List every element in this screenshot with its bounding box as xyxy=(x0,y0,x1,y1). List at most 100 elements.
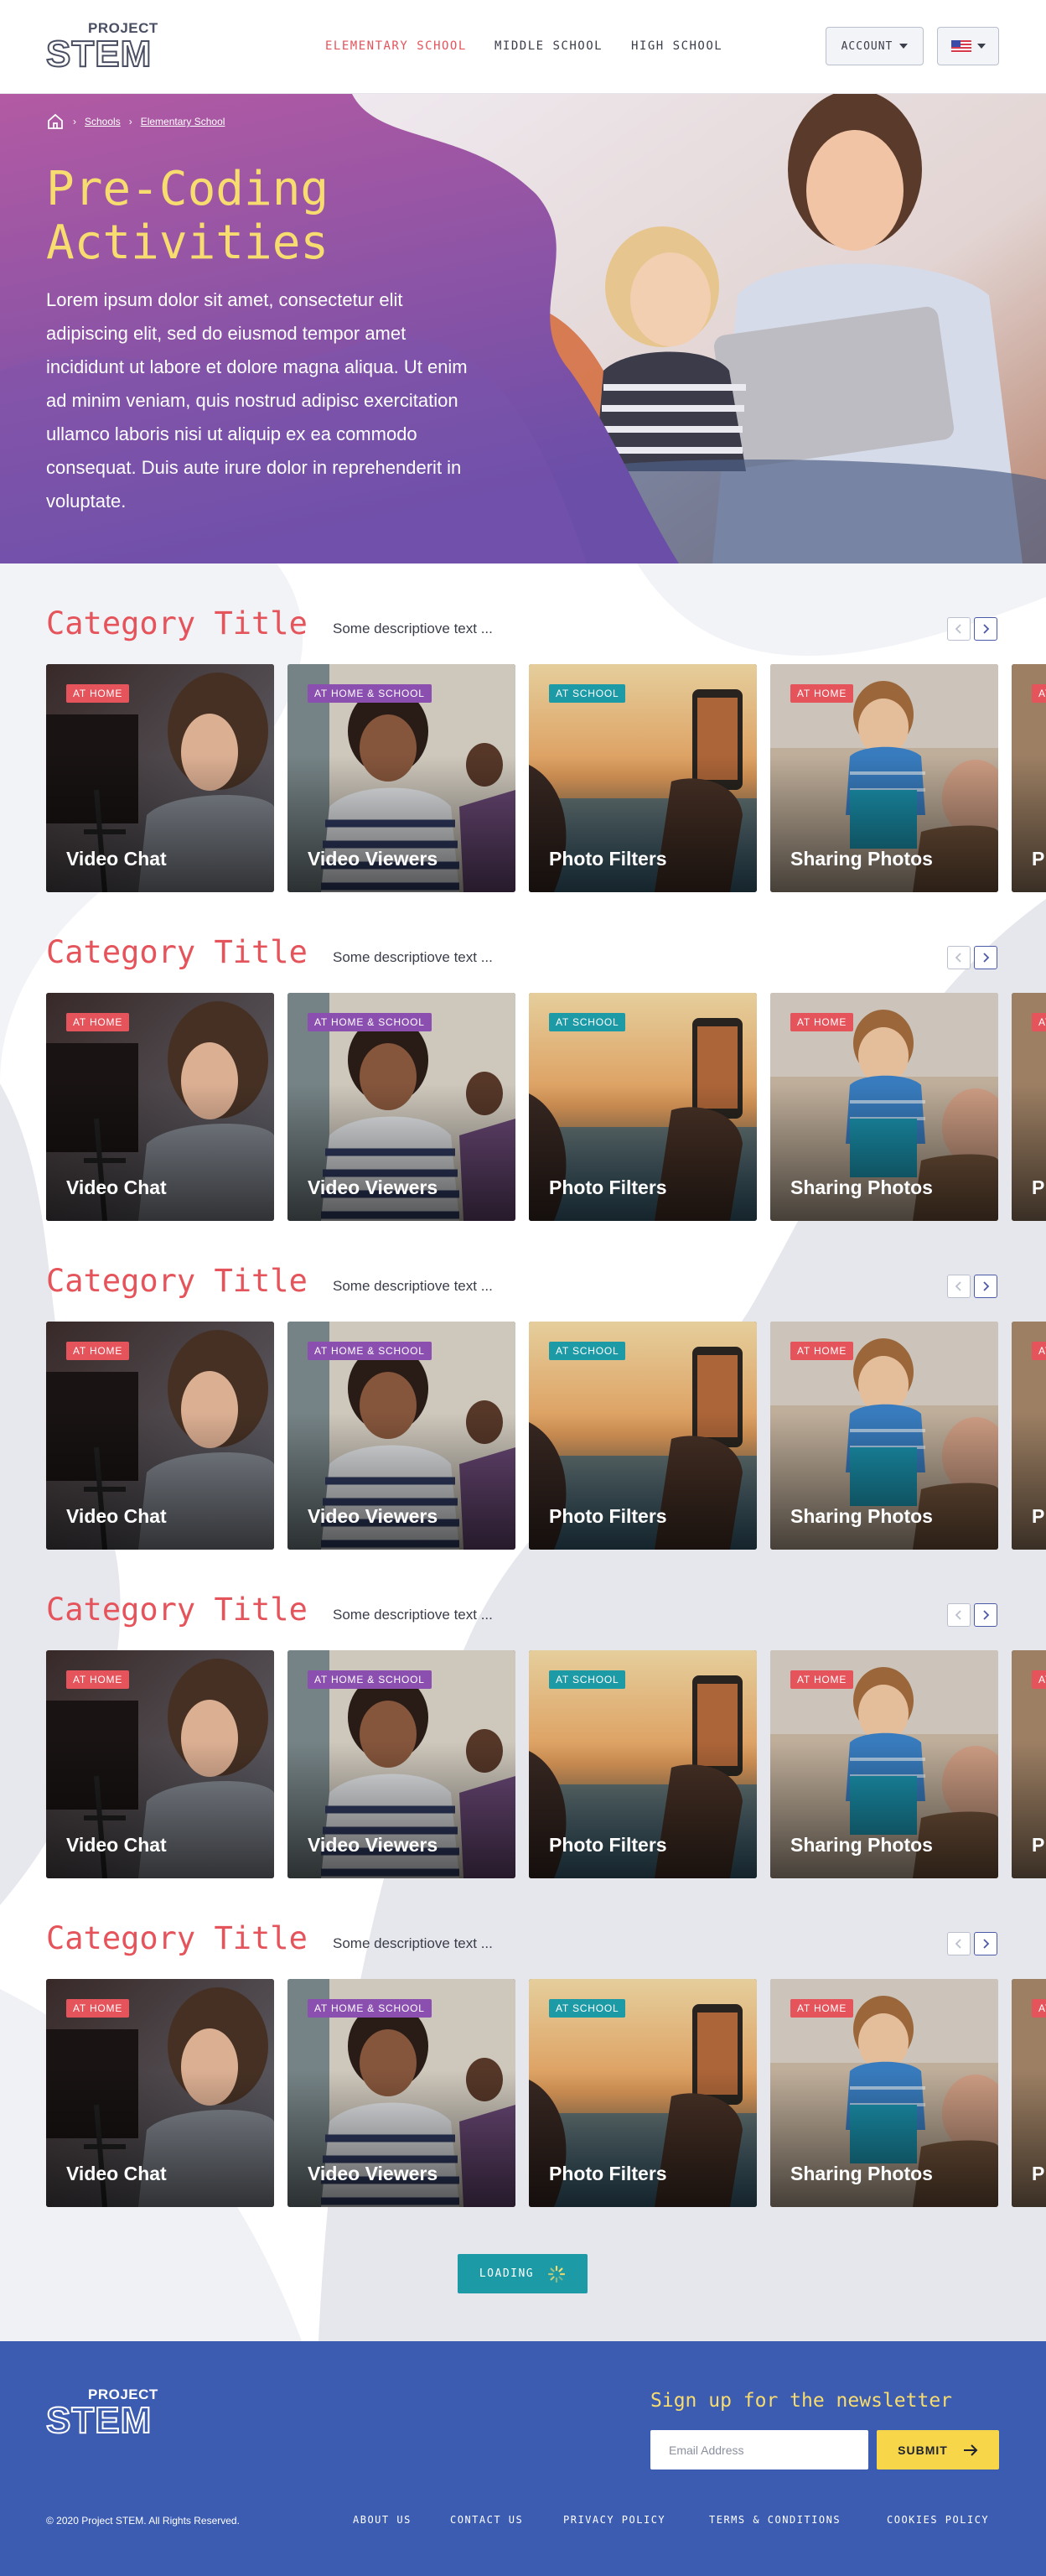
language-dropdown[interactable] xyxy=(937,27,999,65)
spinner-icon xyxy=(548,2265,566,2283)
carousel-prev-button[interactable] xyxy=(947,1603,971,1627)
carousel-next-button[interactable] xyxy=(974,1603,997,1627)
footer-link-terms-conditions[interactable]: TERMS & CONDITIONS xyxy=(709,2514,841,2526)
activity-title: Video Chat xyxy=(66,848,167,870)
carousel-prev-button[interactable] xyxy=(947,946,971,969)
carousel-next-button[interactable] xyxy=(974,617,997,641)
activity-badge: AT SCHOOL xyxy=(549,684,626,703)
activity-badge: AT HOME xyxy=(1032,684,1046,703)
footer-link-contact-us[interactable]: CONTACT US xyxy=(450,2514,523,2526)
chevron-right-icon: › xyxy=(73,116,76,127)
activity-card[interactable]: AT HOME P xyxy=(1012,1650,1046,1878)
submit-button[interactable]: SUBMIT xyxy=(877,2430,999,2470)
activity-title: Video Viewers xyxy=(308,1834,438,1856)
account-dropdown[interactable]: ACCOUNT xyxy=(826,27,924,65)
category-row: Category Title Some descriptiove text ...… xyxy=(0,1878,1046,2207)
carousel-prev-button[interactable] xyxy=(947,617,971,641)
activity-card[interactable]: AT HOME & SCHOOL Video Viewers xyxy=(287,993,515,1221)
activity-title: P xyxy=(1032,2163,1045,2184)
activity-title: Video Chat xyxy=(66,1505,167,1527)
category-title: Category Title xyxy=(46,934,308,970)
activity-title: Photo Filters xyxy=(549,1834,667,1856)
activity-card[interactable]: AT SCHOOL Photo Filters xyxy=(529,664,757,892)
activity-card[interactable]: AT HOME & SCHOOL Video Viewers xyxy=(287,1979,515,2207)
breadcrumb-elementary-school[interactable]: Elementary School xyxy=(141,116,225,127)
activity-card[interactable]: AT SCHOOL Photo Filters xyxy=(529,993,757,1221)
carousel-prev-button[interactable] xyxy=(947,1275,971,1298)
activity-card[interactable]: AT HOME P xyxy=(1012,993,1046,1221)
activity-badge: AT HOME xyxy=(66,1670,130,1689)
carousel-next-button[interactable] xyxy=(974,946,997,969)
category-row: Category Title Some descriptiove text ...… xyxy=(0,1221,1046,1550)
activity-badge: AT HOME xyxy=(790,1013,854,1031)
category-row: Category Title Some descriptiove text ...… xyxy=(0,1550,1046,1878)
category-description: Some descriptiove text ... xyxy=(333,1935,493,1951)
carousel-next-button[interactable] xyxy=(974,1932,997,1955)
chevron-right-icon xyxy=(980,1280,992,1292)
activity-badge: AT HOME & SCHOOL xyxy=(308,1999,432,2018)
activity-card[interactable]: AT SCHOOL Photo Filters xyxy=(529,1650,757,1878)
activity-card[interactable]: AT HOME Video Chat xyxy=(46,1322,274,1550)
activity-card[interactable]: AT SCHOOL Photo Filters xyxy=(529,1322,757,1550)
activity-badge: AT HOME & SCHOOL xyxy=(308,1670,432,1689)
activity-badge: AT SCHOOL xyxy=(549,1999,626,2018)
activity-card[interactable]: AT HOME & SCHOOL Video Viewers xyxy=(287,664,515,892)
activity-card[interactable]: AT SCHOOL Photo Filters xyxy=(529,1979,757,2207)
carousel-prev-button[interactable] xyxy=(947,1932,971,1955)
category-title: Category Title xyxy=(46,1920,308,1956)
activity-card[interactable]: AT HOME P xyxy=(1012,664,1046,892)
activity-badge: AT HOME xyxy=(66,1342,130,1360)
category-description: Some descriptiove text ... xyxy=(333,621,493,636)
breadcrumb-schools[interactable]: Schools xyxy=(85,116,121,127)
breadcrumb: › Schools › Elementary School xyxy=(46,112,225,131)
activity-title: Video Chat xyxy=(66,1834,167,1856)
hero-banner: › Schools › Elementary School Pre-Coding… xyxy=(0,94,1046,564)
chevron-left-icon xyxy=(953,1609,965,1621)
activity-title: P xyxy=(1032,1505,1045,1527)
category-description: Some descriptiove text ... xyxy=(333,1278,493,1294)
loading-label: LOADING xyxy=(479,2267,535,2280)
nav-elementary-school[interactable]: ELEMENTARY SCHOOL xyxy=(325,39,467,53)
activity-title: Video Viewers xyxy=(308,2163,438,2184)
activity-card[interactable]: AT HOME P xyxy=(1012,1979,1046,2207)
footer-logo[interactable]: PROJECT STEM xyxy=(45,2386,163,2441)
activity-card[interactable]: AT HOME P xyxy=(1012,1322,1046,1550)
page-title: Pre-Coding Activities xyxy=(46,162,329,270)
activity-badge: AT HOME & SCHOOL xyxy=(308,1342,432,1360)
us-flag-icon xyxy=(950,39,971,53)
activity-badge: AT HOME xyxy=(66,1013,130,1031)
activity-card[interactable]: AT HOME Video Chat xyxy=(46,1650,274,1878)
activity-card[interactable]: AT HOME Sharing Photos xyxy=(770,1979,998,2207)
activity-badge: AT HOME xyxy=(1032,1670,1046,1689)
footer-link-about-us[interactable]: ABOUT US xyxy=(353,2514,412,2526)
footer-link-cookies-policy[interactable]: COOKIES POLICY xyxy=(887,2514,989,2526)
category-title: Category Title xyxy=(46,1592,308,1628)
project-stem-logo[interactable]: PROJECT STEM xyxy=(45,20,163,75)
carousel-next-button[interactable] xyxy=(974,1275,997,1298)
nav-middle-school[interactable]: MIDDLE SCHOOL xyxy=(495,39,603,53)
nav-high-school[interactable]: HIGH SCHOOL xyxy=(631,39,722,53)
home-icon[interactable] xyxy=(46,112,65,131)
activity-title: P xyxy=(1032,1834,1045,1856)
activity-badge: AT HOME xyxy=(790,1670,854,1689)
email-field[interactable] xyxy=(650,2430,868,2470)
activity-card[interactable]: AT HOME Sharing Photos xyxy=(770,1322,998,1550)
loading-button[interactable]: LOADING xyxy=(458,2254,588,2293)
activity-card[interactable]: AT HOME Video Chat xyxy=(46,664,274,892)
account-label: ACCOUNT xyxy=(841,39,893,53)
activity-title: Photo Filters xyxy=(549,1505,667,1527)
activity-card[interactable]: AT HOME Sharing Photos xyxy=(770,1650,998,1878)
hero-description: Lorem ipsum dolor sit amet, consectetur … xyxy=(46,289,468,512)
activity-card[interactable]: AT HOME & SCHOOL Video Viewers xyxy=(287,1322,515,1550)
activity-card[interactable]: AT HOME Video Chat xyxy=(46,1979,274,2207)
activity-card[interactable]: AT HOME Sharing Photos xyxy=(770,993,998,1221)
activity-card[interactable]: AT HOME & SCHOOL Video Viewers xyxy=(287,1650,515,1878)
activity-card[interactable]: AT HOME Video Chat xyxy=(46,993,274,1221)
chevron-down-icon xyxy=(976,44,986,49)
category-description: Some descriptiove text ... xyxy=(333,1607,493,1623)
footer-link-privacy-policy[interactable]: PRIVACY POLICY xyxy=(563,2514,665,2526)
activity-card[interactable]: AT HOME Sharing Photos xyxy=(770,664,998,892)
arrow-right-icon xyxy=(963,2444,978,2456)
chevron-right-icon: › xyxy=(128,116,132,127)
site-footer: PROJECT STEM Sign up for the newsletter … xyxy=(0,2341,1046,2576)
